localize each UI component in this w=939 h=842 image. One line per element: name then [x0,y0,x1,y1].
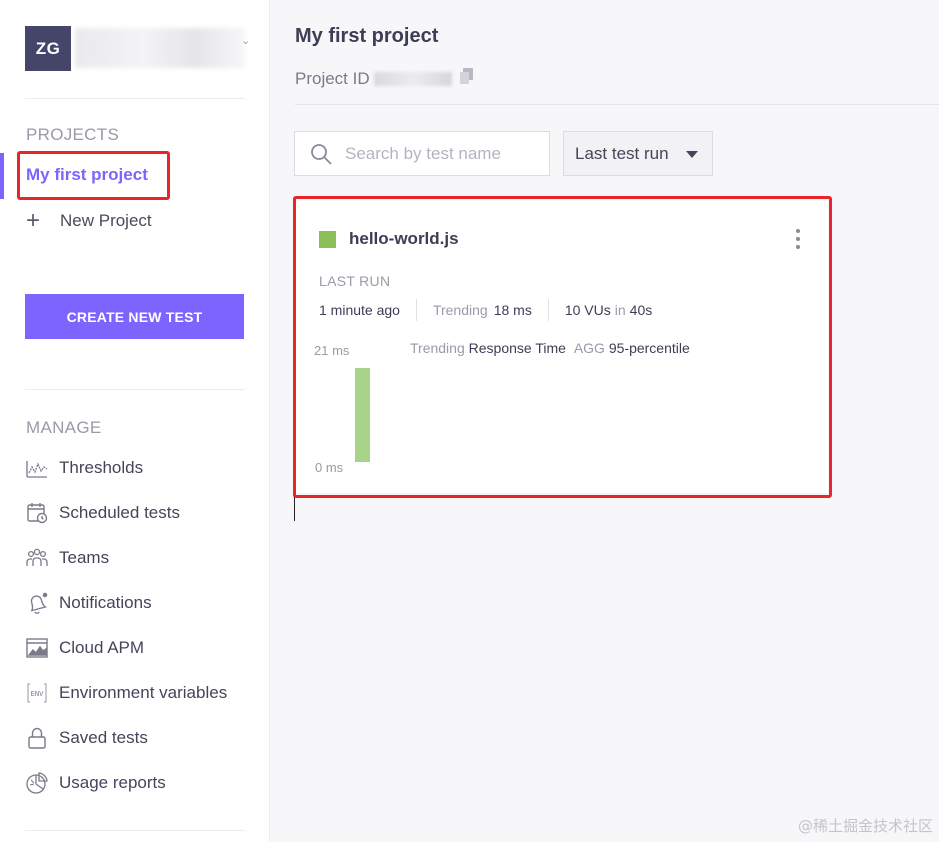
chart-window-icon [24,635,50,661]
projects-heading: PROJECTS [26,125,120,144]
sidebar-item-label: Usage reports [59,773,166,792]
legend-percentile: 95-percentile [608,340,690,356]
text-cursor [294,497,295,521]
divider [25,830,245,831]
vus-in-label: in [614,302,626,318]
y-axis-max-label: 21 ms [314,343,350,358]
main-content: My first project Project ID Last test ru… [270,0,939,842]
env-icon: ENV [24,680,50,706]
vus-value: 10 VUs [564,302,611,318]
sidebar-item-saved-tests[interactable]: Saved tests [24,724,148,752]
sidebar-item-label: Scheduled tests [59,503,180,522]
people-icon [24,545,50,571]
sidebar-item-scheduled-tests[interactable]: Scheduled tests [24,499,180,527]
project-id: Project ID [295,68,474,89]
status-indicator [319,231,336,248]
duration-value: 40s [629,302,653,318]
divider [295,104,939,105]
sidebar-item-label: Cloud APM [59,638,145,657]
chart-bar[interactable] [355,367,370,462]
thresholds-icon [24,455,50,481]
lock-icon [24,725,50,751]
last-run-label: LAST RUN [319,273,391,289]
sidebar-item-environment-variables[interactable]: ENV Environment variables [24,679,227,707]
manage-heading: MANAGE [26,418,102,437]
y-axis-min-label: 0 ms [315,460,344,475]
divider [547,299,549,321]
project-id-redacted [373,71,452,86]
test-card[interactable]: hello-world.js LAST RUN 1 minute ago Tre… [295,200,828,493]
new-project-link[interactable]: + New Project [26,209,152,233]
search-box[interactable] [294,131,550,176]
divider [25,98,245,99]
bell-icon [24,590,50,616]
sidebar-item-label: Environment variables [59,683,228,702]
sidebar-item-usage-reports[interactable]: Usage reports [24,769,166,797]
test-stats: 1 minute ago Trending 18 ms 10 VUs in 40… [319,299,653,321]
page-title: My first project [295,25,439,47]
legend-agg: AGG [573,340,605,356]
test-name[interactable]: hello-world.js [349,229,459,249]
sidebar: ZG ⌄ PROJECTS My first project + New Pro… [0,0,270,842]
project-id-label: Project ID [295,68,370,88]
sidebar-item-notifications[interactable]: Notifications [24,589,152,617]
search-icon [309,142,333,166]
svg-text:ENV: ENV [31,690,44,698]
highlight-box [17,151,170,200]
calendar-clock-icon [24,500,50,526]
legend-trending: Trending [410,340,465,356]
more-options-icon[interactable] [794,229,802,249]
trending-label: Trending [432,302,488,318]
sidebar-item-label: Notifications [59,593,152,612]
sidebar-item-thresholds[interactable]: Thresholds [24,454,143,482]
avatar[interactable]: ZG [25,26,71,71]
search-input[interactable] [345,143,535,164]
user-menu[interactable]: ZG ⌄ [25,26,255,72]
caret-down-icon [686,151,698,158]
last-run-value: 1 minute ago [319,302,400,318]
user-name-redacted [75,28,245,68]
sort-select[interactable]: Last test run [563,131,713,176]
plus-icon: + [26,207,41,234]
response-time-chart: 21 ms 0 ms Trending Response Time AGG 95… [295,335,828,485]
sidebar-item-label: Teams [59,548,110,567]
sidebar-item-cloud-apm[interactable]: Cloud APM [24,634,144,662]
active-indicator [0,153,4,199]
trending-value: 18 ms [493,302,532,318]
sidebar-item-label: Thresholds [59,458,144,477]
sidebar-item-teams[interactable]: Teams [24,544,109,572]
sidebar-item-label: Saved tests [59,728,148,747]
legend-metric: Response Time [468,340,566,356]
divider [415,299,417,321]
chart-legend: Trending Response Time AGG 95-percentile [410,340,690,356]
chevron-down-icon[interactable]: ⌄ [241,34,250,47]
sort-select-value: Last test run [575,143,669,163]
divider [25,389,245,390]
watermark: @稀土掘金技术社区 [797,817,933,835]
copy-icon[interactable] [459,68,474,89]
new-project-label: New Project [60,211,152,230]
create-new-test-button[interactable]: CREATE NEW TEST [25,294,244,339]
pie-chart-icon [24,770,50,796]
